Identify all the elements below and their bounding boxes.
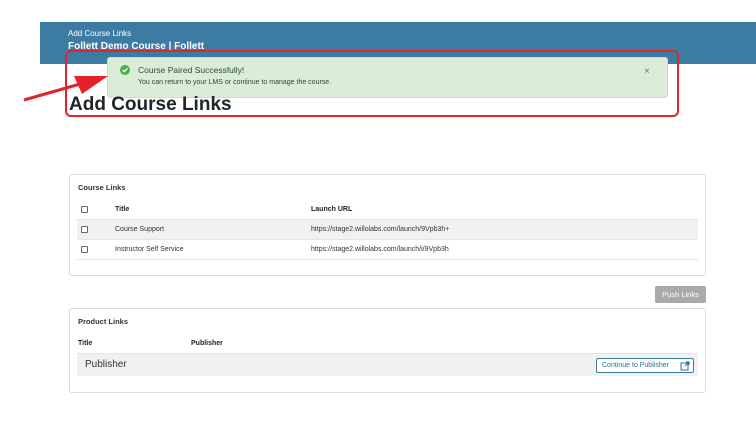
page-title: Add Course Links xyxy=(69,94,232,115)
product-links-card: Product Links Title Publisher Publisher … xyxy=(69,308,706,393)
column-header-launch-url: Launch URL xyxy=(311,206,353,213)
row-title: Instructor Self Service xyxy=(115,246,184,253)
column-header-title: Title xyxy=(78,340,93,347)
external-link-icon xyxy=(680,361,690,371)
select-all-checkbox[interactable] xyxy=(81,206,88,213)
course-links-card: Course Links Title Launch URL Course Sup… xyxy=(69,174,706,276)
table-row: Instructor Self Service https://stage2.w… xyxy=(77,239,698,259)
push-links-button[interactable]: Push Links xyxy=(655,286,706,303)
row-checkbox[interactable] xyxy=(81,226,88,233)
table-bottom-divider xyxy=(77,259,698,260)
row-launch-url: https://stage2.willolabs.com/launch/i/9V… xyxy=(311,246,449,253)
product-title: Publisher xyxy=(85,359,127,370)
table-row: Course Support https://stage2.willolabs.… xyxy=(77,219,698,239)
column-header-publisher: Publisher xyxy=(191,340,223,347)
row-launch-url: https://stage2.willolabs.com/launch/9Vpb… xyxy=(311,226,450,233)
header-small-title: Add Course Links xyxy=(68,29,132,38)
table-row: Publisher Continue to Publisher xyxy=(77,353,698,376)
row-title: Course Support xyxy=(115,226,165,233)
row-checkbox[interactable] xyxy=(81,246,88,253)
continue-button-label: Continue to Publisher xyxy=(602,362,669,369)
continue-to-publisher-button[interactable]: Continue to Publisher xyxy=(596,358,694,373)
column-header-title: Title xyxy=(115,206,130,213)
course-links-title: Course Links xyxy=(78,183,126,192)
product-links-title: Product Links xyxy=(78,317,129,326)
page: Add Course Links Follett Demo Course | F… xyxy=(0,0,756,423)
